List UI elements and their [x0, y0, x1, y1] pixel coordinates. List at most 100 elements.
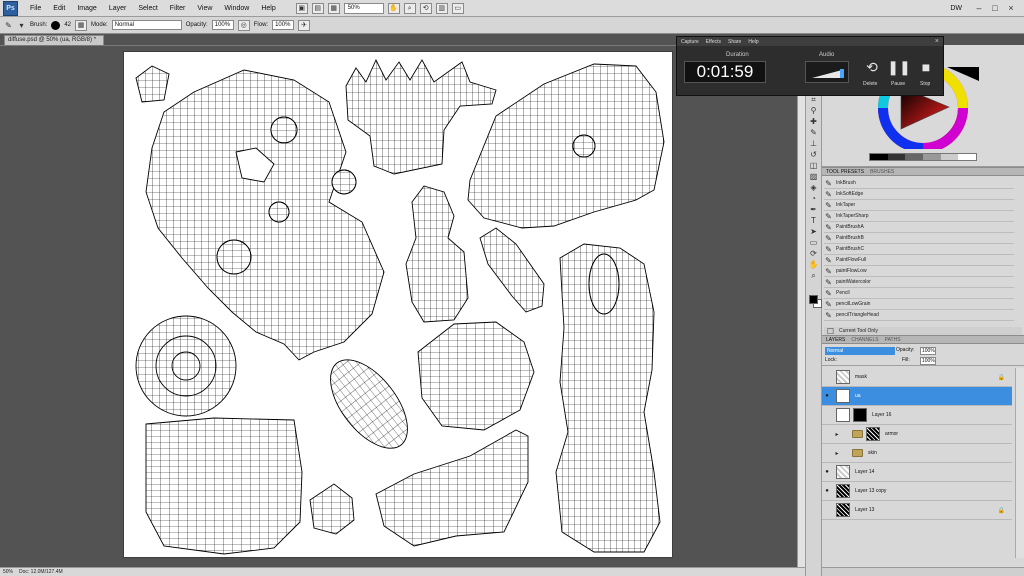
list-item[interactable]: ✎ InkTaper — [824, 200, 1014, 211]
layer-row[interactable]: ● Layer 13 copy — [822, 482, 1012, 501]
chevron-right-icon[interactable]: ▸ — [832, 431, 842, 438]
delete-button[interactable]: Delete — [863, 81, 877, 87]
view-extras-icon[interactable]: ▦ — [327, 2, 340, 14]
capture-tab-effects[interactable]: Effects — [706, 39, 721, 45]
list-item[interactable]: ✎ pencilTriangleHead — [824, 310, 1014, 321]
flow-input[interactable]: 100% — [272, 20, 295, 30]
zoom-tool-icon[interactable]: ⌕ — [403, 2, 416, 14]
document-tab[interactable]: diffuse.psd @ 50% (ua, RGB/8) * — [4, 35, 104, 45]
layer-row[interactable]: ● ua — [822, 387, 1012, 406]
opacity-input[interactable]: 100% — [211, 20, 234, 30]
menu-help[interactable]: Help — [255, 5, 281, 12]
tab-brushes[interactable]: BRUSHES — [870, 169, 894, 175]
clone-stamp-tool-icon[interactable]: ⊥ — [808, 139, 819, 149]
capture-tab-capture[interactable]: Capture — [681, 39, 699, 45]
list-item[interactable]: ✎ PaintFlowFull — [824, 255, 1014, 266]
fill-input[interactable]: 100% — [920, 357, 936, 365]
list-item[interactable]: ✎ InkBrush — [824, 178, 1014, 189]
chevron-down-icon[interactable]: ▾ — [17, 21, 26, 30]
list-item[interactable]: ✎ PaintBrushC — [824, 244, 1014, 255]
layer-row[interactable]: ▸ skin — [822, 444, 1012, 463]
list-item[interactable]: ✎ Pencil — [824, 288, 1014, 299]
capture-tab-help[interactable]: Help — [748, 39, 758, 45]
list-item[interactable]: ✎ PaintBrushB — [824, 233, 1014, 244]
healing-brush-tool-icon[interactable]: ✚ — [808, 117, 819, 127]
tab-tool-presets[interactable]: TOOL PRESETS — [826, 169, 864, 175]
list-item[interactable]: ✎ paintFlowLow — [824, 266, 1014, 277]
close-icon[interactable]: × — [935, 38, 939, 45]
rotate-view-icon[interactable]: ⟲ — [419, 2, 432, 14]
menu-filter[interactable]: Filter — [164, 5, 192, 12]
stop-icon[interactable]: ■ — [915, 58, 937, 76]
workspace-switcher[interactable]: DW — [944, 5, 968, 12]
eye-icon[interactable]: ● — [822, 393, 832, 399]
history-brush-tool-icon[interactable]: ↺ — [808, 150, 819, 160]
close-button[interactable]: × — [1006, 3, 1016, 13]
eye-icon[interactable]: ● — [822, 488, 832, 494]
menu-edit[interactable]: Edit — [47, 5, 71, 12]
menu-window[interactable]: Window — [218, 5, 255, 12]
crop-tool-icon[interactable]: ⌗ — [808, 95, 819, 105]
3d-rotate-tool-icon[interactable]: ⟳ — [808, 249, 819, 259]
pen-tool-icon[interactable]: ✒ — [808, 205, 819, 215]
zoom-tool-icon[interactable]: ⌕ — [808, 271, 819, 281]
list-item[interactable]: ✎ InkTaperSharp — [824, 211, 1014, 222]
list-item[interactable]: ✎ PaintBrushA — [824, 222, 1014, 233]
status-zoom[interactable]: 50% — [3, 569, 13, 575]
airbrush-icon[interactable]: ✈ — [298, 19, 311, 31]
dodge-tool-icon[interactable]: ◔ — [808, 194, 819, 204]
eyedropper-tool-icon[interactable]: ⚲ — [808, 106, 819, 116]
maximize-button[interactable]: □ — [990, 3, 1000, 13]
tab-channels[interactable]: CHANNELS — [851, 337, 878, 343]
menu-file[interactable]: File — [24, 5, 47, 12]
pressure-opacity-icon[interactable]: ◎ — [237, 19, 250, 31]
eraser-tool-icon[interactable]: ◫ — [808, 161, 819, 171]
layer-opacity-input[interactable]: 100% — [920, 347, 936, 355]
stop-button[interactable]: Stop — [920, 81, 930, 87]
layers-scrollbar[interactable] — [1015, 368, 1024, 558]
list-item[interactable]: ✎ InkSoftEdge — [824, 189, 1014, 200]
hand-tool-icon[interactable]: ✋ — [387, 2, 400, 14]
minimize-button[interactable]: – — [974, 3, 984, 13]
shape-tool-icon[interactable]: ▭ — [808, 238, 819, 248]
gray-swatches[interactable] — [869, 153, 977, 161]
menu-view[interactable]: View — [191, 5, 218, 12]
menu-select[interactable]: Select — [132, 5, 163, 12]
layers-footer-buttons[interactable] — [822, 567, 1024, 576]
layer-row[interactable]: Layer 16 — [822, 406, 1012, 425]
foreground-color-swatch[interactable] — [809, 295, 818, 304]
type-tool-icon[interactable]: T — [808, 216, 819, 226]
capture-tab-share[interactable]: Share — [728, 39, 741, 45]
blend-mode-select[interactable]: Normal — [825, 347, 895, 355]
brush-tool-icon[interactable]: ✎ — [4, 21, 13, 30]
blur-tool-icon[interactable]: ◈ — [808, 183, 819, 193]
pause-button[interactable]: Pause — [891, 81, 905, 87]
layer-row[interactable]: ▸ armor — [822, 425, 1012, 444]
brush-preview[interactable] — [51, 20, 61, 30]
mode-select[interactable]: Normal — [111, 20, 182, 30]
pause-icon[interactable]: ❚❚ — [887, 58, 910, 76]
gradient-tool-icon[interactable]: ▨ — [808, 172, 819, 182]
path-selection-tool-icon[interactable]: ➤ — [808, 227, 819, 237]
delete-icon[interactable]: ⟲ — [861, 58, 883, 76]
menu-layer[interactable]: Layer — [103, 5, 133, 12]
zoom-level-select[interactable]: 50% — [343, 2, 384, 14]
layer-row[interactable]: mask 🔒 — [822, 368, 1012, 387]
document-vertical-scrollbar[interactable] — [797, 45, 805, 567]
menu-image[interactable]: Image — [71, 5, 102, 12]
screen-mode-icon[interactable]: ▭ — [451, 2, 464, 14]
tab-paths[interactable]: PATHS — [885, 337, 901, 343]
tab-layers[interactable]: LAYERS — [826, 337, 845, 343]
eye-icon[interactable]: ● — [822, 469, 832, 475]
mini-bridge-icon[interactable]: ▤ — [311, 2, 324, 14]
chevron-right-icon[interactable]: ▸ — [832, 450, 842, 457]
brush-panel-toggle-icon[interactable]: ▦ — [75, 19, 88, 31]
list-item[interactable]: ✎ paintWatercolor — [824, 277, 1014, 288]
canvas[interactable] — [124, 52, 672, 557]
layer-row[interactable]: Layer 13 🔒 — [822, 501, 1012, 520]
arrange-documents-icon[interactable]: ▥ — [435, 2, 448, 14]
layer-row[interactable]: ● Layer 14 — [822, 463, 1012, 482]
brush-tool-icon[interactable]: ✎ — [808, 128, 819, 138]
list-item[interactable]: ✎ pencilLowGrain — [824, 299, 1014, 310]
hand-tool-icon[interactable]: ✋ — [808, 260, 819, 270]
